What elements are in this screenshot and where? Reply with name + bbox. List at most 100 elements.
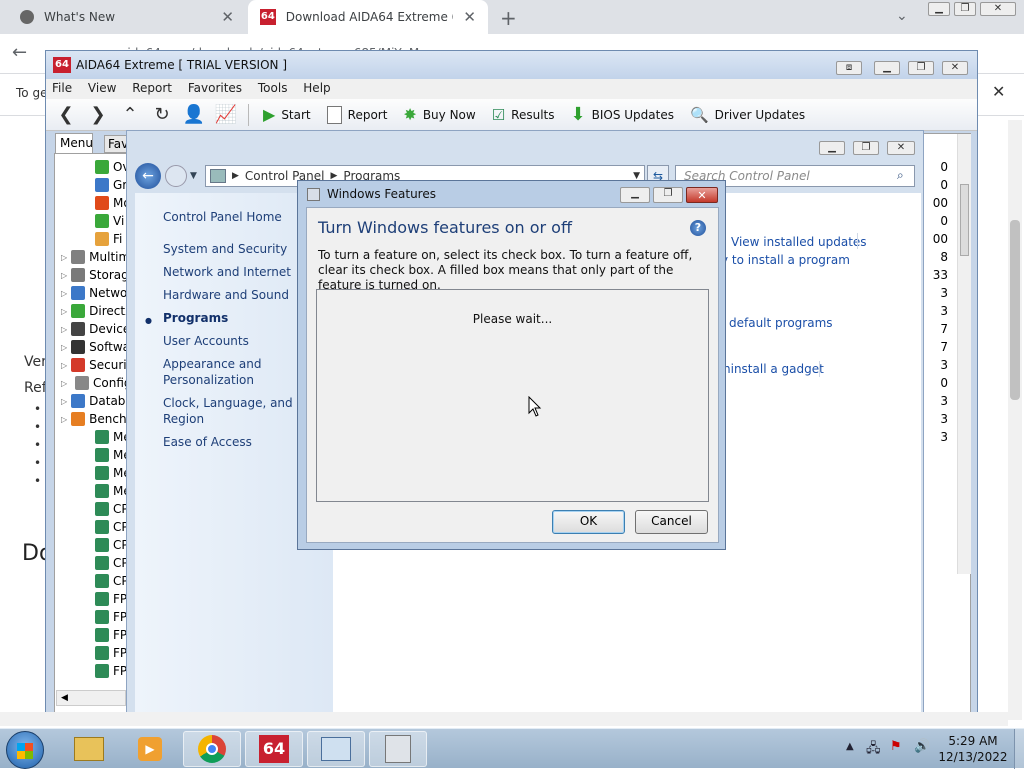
minimize-icon[interactable]: ▁: [620, 187, 650, 203]
tree-item[interactable]: Me: [55, 428, 133, 446]
menu-tools[interactable]: Tools: [252, 79, 294, 97]
maximize-icon[interactable]: ❐: [908, 61, 934, 75]
tree-item[interactable]: ▷ Config: [55, 374, 133, 392]
clock[interactable]: 5:29 AM 12/13/2022: [936, 733, 1010, 765]
tree-item[interactable]: ▷ DirectX: [55, 302, 133, 320]
tree-item[interactable]: ▷ Storage: [55, 266, 133, 284]
default-programs-link[interactable]: default programs: [729, 316, 833, 330]
driver-updates-button[interactable]: 🔍 Driver Updates: [684, 102, 811, 128]
maximize-icon[interactable]: ❐: [954, 2, 976, 16]
tree-item[interactable]: ▷Database: [55, 392, 133, 410]
expand-icon[interactable]: ▷: [61, 289, 67, 298]
tree-item[interactable]: CP: [55, 500, 133, 518]
cp-category-link[interactable]: Appearance and Personalization: [163, 356, 303, 388]
search-icon[interactable]: ⌕: [897, 168, 904, 183]
cp-category-link[interactable]: Hardware and Sound: [163, 287, 303, 303]
tree-item[interactable]: ▷Security: [55, 356, 133, 374]
tree-item[interactable]: ▷ Devices: [55, 320, 133, 338]
cp-category-link[interactable]: Ease of Access: [163, 434, 303, 450]
minimize-icon[interactable]: ▁: [819, 141, 845, 155]
menu-file[interactable]: File: [46, 79, 78, 97]
menu-help[interactable]: Help: [297, 79, 336, 97]
show-desktop-button[interactable]: [1014, 729, 1024, 769]
cancel-button[interactable]: Cancel: [635, 510, 708, 534]
cp-category-link[interactable]: Clock, Language, and Region: [163, 395, 303, 427]
history-dropdown-icon[interactable]: ▼: [190, 171, 197, 181]
tab-favorites[interactable]: Favorites: [104, 135, 128, 153]
close-icon[interactable]: ✕: [887, 141, 915, 155]
action-center-icon[interactable]: ⚑: [890, 739, 902, 754]
cp-category-link[interactable]: User Accounts: [163, 333, 303, 349]
volume-icon[interactable]: 🔊: [914, 739, 930, 754]
feature-tree-box[interactable]: Please wait...: [316, 289, 709, 502]
menu-report[interactable]: Report: [126, 79, 178, 97]
minimize-icon[interactable]: ▁: [928, 2, 950, 16]
taskbar-media-player[interactable]: ▶: [121, 731, 179, 767]
page-horizontal-scrollbar[interactable]: [0, 712, 1008, 726]
results-button[interactable]: ☑ Results: [486, 102, 561, 128]
minimize-icon[interactable]: ▁: [874, 61, 900, 75]
start-button[interactable]: ▶ Start: [257, 102, 317, 128]
cp-category-link[interactable]: ● Programs: [145, 310, 303, 326]
chrome-tab-aida-download[interactable]: 64 Download AIDA64 Extreme 6.85.6300 ✕: [248, 0, 488, 34]
report-button[interactable]: Report: [321, 102, 394, 128]
tree-item[interactable]: ▷Multimedia: [55, 248, 133, 266]
help-icon[interactable]: ?: [690, 220, 706, 236]
user-icon[interactable]: 👤: [180, 102, 208, 128]
tree-item[interactable]: CP: [55, 572, 133, 590]
tree-item[interactable]: FP: [55, 644, 133, 662]
tree-item[interactable]: Vi: [55, 212, 133, 230]
close-icon[interactable]: ✕: [942, 61, 968, 75]
uninstall-gadget-link[interactable]: ninstall a gadget: [723, 362, 824, 376]
close-icon[interactable]: ✕: [221, 8, 234, 26]
network-icon[interactable]: 🖧: [866, 739, 881, 761]
expand-icon[interactable]: ▷: [61, 379, 71, 388]
back-icon[interactable]: ←: [135, 163, 161, 189]
install-program-link[interactable]: y to install a program: [721, 253, 850, 267]
back-arrow-icon[interactable]: ←: [12, 42, 27, 63]
taskbar-control-panel[interactable]: [307, 731, 365, 767]
maximize-icon[interactable]: ❐: [853, 141, 879, 155]
up-icon[interactable]: ⌃: [116, 102, 144, 128]
scrollbar-thumb[interactable]: [960, 184, 969, 256]
buy-now-button[interactable]: ✸ Buy Now: [397, 102, 481, 128]
refresh-icon[interactable]: ↻: [148, 102, 176, 128]
expand-icon[interactable]: ▷: [61, 397, 67, 406]
tree-item[interactable]: Me: [55, 446, 133, 464]
scrollbar-thumb[interactable]: [1010, 220, 1020, 400]
close-icon[interactable]: ✕: [686, 187, 718, 203]
tree-item[interactable]: CP: [55, 554, 133, 572]
chart-icon[interactable]: 📈: [212, 102, 240, 128]
taskbar-aida64[interactable]: 64: [245, 731, 303, 767]
bios-updates-button[interactable]: ⬇ BIOS Updates: [565, 102, 680, 128]
forward-icon[interactable]: ❯: [84, 102, 112, 128]
tree-item[interactable]: ▷Network: [55, 284, 133, 302]
tree-item[interactable]: Mo: [55, 194, 133, 212]
tree-item[interactable]: ▷Benchmark: [55, 410, 133, 428]
tree-item[interactable]: ▷Software: [55, 338, 133, 356]
vertical-scrollbar[interactable]: [957, 134, 971, 574]
horizontal-scrollbar[interactable]: ◀: [56, 690, 126, 706]
tree-item[interactable]: FP: [55, 626, 133, 644]
expand-icon[interactable]: ▷: [61, 415, 67, 424]
control-panel-home-link[interactable]: Control Panel Home: [163, 209, 282, 225]
tab-search-icon[interactable]: ⌄: [896, 8, 908, 24]
expand-icon[interactable]: ▷: [61, 361, 67, 370]
expand-icon[interactable]: ▷: [61, 271, 67, 280]
taskbar-chrome[interactable]: [183, 731, 241, 767]
back-icon[interactable]: ❮: [52, 102, 80, 128]
page-scrollbar[interactable]: [1008, 120, 1022, 720]
chrome-tab-whats-new[interactable]: What's New ✕: [8, 0, 246, 34]
show-hidden-icons[interactable]: ▲: [846, 741, 854, 752]
expand-icon[interactable]: ▷: [61, 343, 67, 352]
tree-item[interactable]: FP: [55, 608, 133, 626]
close-window-icon[interactable]: ✕: [980, 2, 1016, 16]
forward-icon[interactable]: [165, 165, 187, 187]
tree-item[interactable]: FP: [55, 662, 133, 680]
menu-view[interactable]: View: [82, 79, 122, 97]
expand-icon[interactable]: ▷: [61, 253, 67, 262]
new-tab-button[interactable]: +: [500, 6, 517, 30]
tree-item[interactable]: CP: [55, 518, 133, 536]
taskbar-explorer[interactable]: [60, 731, 118, 767]
view-installed-updates-link[interactable]: View installed updates: [731, 235, 867, 249]
